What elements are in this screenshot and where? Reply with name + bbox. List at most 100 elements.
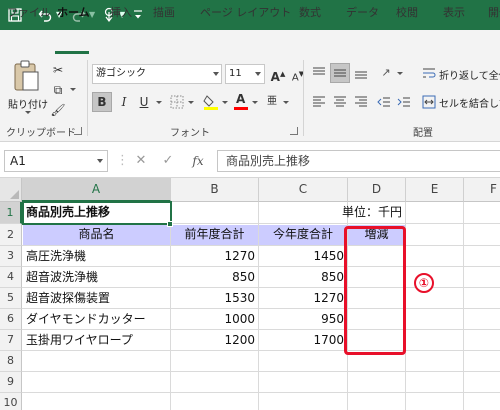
tab-review[interactable]: 校閲 (396, 0, 418, 25)
tab-formulas[interactable]: 数式 (299, 0, 321, 25)
align-right-icon[interactable] (351, 92, 371, 112)
row-header-7[interactable]: 7 (0, 330, 22, 351)
customize-qat-icon[interactable] (131, 6, 145, 24)
fill-handle[interactable] (167, 221, 173, 227)
align-bottom-icon[interactable] (351, 63, 371, 83)
copy-icon[interactable]: ⧉ (48, 80, 68, 100)
row-header-10[interactable]: 10 (0, 393, 22, 410)
fill-color-dropdown-icon[interactable] (222, 101, 228, 104)
align-top-icon[interactable] (309, 63, 329, 83)
cell-a6[interactable]: ダイヤモンドカッター (23, 309, 170, 329)
group-divider (303, 60, 304, 136)
borders-dropdown-icon[interactable] (188, 101, 194, 104)
paste-button[interactable]: 貼り付け (6, 60, 48, 118)
tab-data[interactable]: データ (346, 0, 379, 25)
redo-dropdown-icon[interactable]: ▼ (89, 9, 95, 21)
tab-view[interactable]: 表示 (443, 0, 465, 25)
copy-dropdown-icon[interactable] (70, 88, 76, 91)
worksheet-grid[interactable]: A B C D E F 1 2 3 4 5 6 7 8 9 10 商品別売上推移… (0, 178, 500, 410)
font-name-box[interactable]: 游ゴシック (92, 64, 222, 84)
increase-font-size-button[interactable]: A▲ (268, 64, 288, 84)
cell-a3[interactable]: 高圧洗浄機 (23, 246, 170, 266)
cancel-entry-icon[interactable]: ✕ (131, 150, 151, 172)
cell-a5[interactable]: 超音波探傷装置 (23, 288, 170, 308)
row-header-8[interactable]: 8 (0, 351, 22, 372)
gridline (463, 202, 464, 410)
font-size-dropdown-icon[interactable] (255, 72, 261, 76)
cell-c3[interactable]: 1450 (259, 246, 347, 266)
decrease-indent-icon[interactable] (374, 92, 394, 112)
clipboard-launcher-icon[interactable] (74, 127, 82, 135)
format-painter-icon[interactable]: 🖌 (48, 100, 68, 120)
cell-c2-header[interactable]: 今年度合計 (259, 224, 347, 245)
orientation-dropdown-icon[interactable] (397, 72, 403, 75)
wrap-text-button[interactable]: 折り返して全体 (420, 64, 500, 84)
orientation-icon[interactable]: ↗ (376, 63, 396, 83)
borders-button[interactable] (167, 92, 187, 112)
cell-b5[interactable]: 1530 (171, 288, 258, 308)
row-header-4[interactable]: 4 (0, 267, 22, 288)
tab-file[interactable]: ファイル (7, 0, 51, 25)
font-size-box[interactable]: 11 (225, 64, 265, 84)
column-header-b[interactable]: B (171, 178, 259, 202)
cell-c6[interactable]: 950 (259, 309, 347, 329)
column-header-c[interactable]: C (259, 178, 348, 202)
tab-home[interactable]: ホーム (57, 0, 90, 25)
cell-c7[interactable]: 1700 (259, 330, 347, 350)
column-header-a[interactable]: A (22, 178, 171, 202)
font-name-dropdown-icon[interactable] (213, 72, 219, 76)
cell-a2-header[interactable]: 商品名 (23, 224, 170, 245)
row-header-6[interactable]: 6 (0, 309, 22, 330)
row-header-3[interactable]: 3 (0, 246, 22, 267)
insert-function-icon[interactable]: fx (188, 150, 208, 172)
row-header-9[interactable]: 9 (0, 372, 22, 393)
tab-page-layout[interactable]: ページ レイアウト (200, 0, 291, 25)
cell-d1-unit[interactable]: 単位：千円 (259, 202, 405, 223)
font-color-button[interactable]: A (231, 92, 251, 112)
cell-b3[interactable]: 1270 (171, 246, 258, 266)
align-middle-icon[interactable] (330, 63, 350, 83)
font-launcher-icon[interactable] (290, 127, 298, 135)
paste-dropdown-icon[interactable] (25, 111, 31, 114)
formula-input[interactable]: 商品別売上推移 (217, 150, 500, 172)
cut-icon[interactable]: ✂ (48, 60, 68, 80)
row-header-1[interactable]: 1 (0, 202, 22, 224)
phonetic-dropdown-icon[interactable] (283, 101, 289, 104)
tab-insert[interactable]: 挿入 (110, 0, 132, 25)
cell-c4[interactable]: 850 (259, 267, 347, 287)
cell-b6[interactable]: 1000 (171, 309, 258, 329)
underline-button[interactable]: U (134, 92, 154, 112)
column-header-d[interactable]: D (348, 178, 406, 202)
align-left-icon[interactable] (309, 92, 329, 112)
phonetic-button[interactable]: 亜 (262, 92, 282, 112)
confirm-entry-icon[interactable]: ✓ (158, 150, 178, 172)
column-header-e[interactable]: E (406, 178, 464, 202)
callout-marker: ① (414, 273, 434, 293)
name-box[interactable]: A1 (4, 150, 108, 172)
cell-b4[interactable]: 850 (171, 267, 258, 287)
borders-icon (170, 95, 184, 109)
increase-indent-icon[interactable] (394, 92, 414, 112)
merge-center-button[interactable]: セルを結合して (420, 92, 500, 112)
italic-button[interactable]: I (114, 92, 134, 112)
font-color-dropdown-icon[interactable] (252, 101, 258, 104)
cell-b7[interactable]: 1200 (171, 330, 258, 350)
name-box-dropdown-icon[interactable] (97, 159, 103, 163)
cell-a7[interactable]: 玉掛用ワイヤロープ (23, 330, 170, 350)
callout-highlight-box (344, 226, 406, 355)
fill-color-button[interactable] (201, 92, 221, 112)
column-header-f[interactable]: F (464, 178, 500, 202)
cell-c5[interactable]: 1270 (259, 288, 347, 308)
row-header-2[interactable]: 2 (0, 224, 22, 246)
cell-b2-header[interactable]: 前年度合計 (171, 224, 258, 245)
font-group-label: フォント (170, 128, 210, 139)
row-header-5[interactable]: 5 (0, 288, 22, 309)
decrease-font-size-button[interactable]: A▼ (288, 64, 308, 84)
cell-a4[interactable]: 超音波洗浄機 (23, 267, 170, 287)
underline-dropdown-icon[interactable] (156, 101, 162, 104)
bold-button[interactable]: B (92, 92, 112, 112)
select-all-button[interactable] (0, 178, 22, 202)
align-center-icon[interactable] (330, 92, 350, 112)
tab-developer[interactable]: 開発 (488, 0, 500, 25)
tab-draw[interactable]: 描画 (153, 0, 175, 25)
